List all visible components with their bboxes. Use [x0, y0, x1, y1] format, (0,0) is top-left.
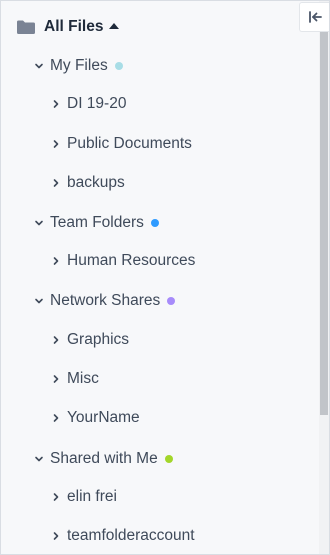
tree-item-di-19-20[interactable]: DI 19-20	[49, 92, 126, 116]
tree-item-label: elin frei	[67, 488, 117, 505]
collapse-panel-icon	[307, 10, 323, 24]
chevron-right-icon	[49, 411, 63, 425]
tree-root-label: All Files	[44, 18, 104, 35]
tree-group-network-shares[interactable]: Network Shares	[32, 289, 176, 313]
tree-item-label: Public Documents	[67, 135, 192, 152]
tree-root-all-files[interactable]: All Files	[16, 15, 120, 39]
chevron-right-icon	[49, 372, 63, 386]
scrollbar-thumb[interactable]	[320, 3, 328, 415]
tree-item-label: YourName	[67, 409, 140, 426]
chevron-down-icon	[32, 59, 46, 73]
tree-group-shared-with-me[interactable]: Shared with Me	[32, 447, 173, 471]
status-dot	[167, 297, 176, 305]
tree-item-label: backups	[67, 174, 125, 191]
tree-item-label: Graphics	[67, 331, 130, 348]
chevron-right-icon	[49, 333, 63, 347]
chevron-right-icon	[49, 529, 63, 543]
chevron-right-icon	[49, 254, 63, 268]
tree-item-yourname[interactable]: YourName	[49, 406, 140, 430]
chevron-right-icon	[49, 490, 63, 504]
status-dot	[150, 219, 159, 227]
tree-item-misc[interactable]: Misc	[49, 367, 99, 391]
tree-group-label: Shared with Me	[50, 450, 158, 467]
vertical-scrollbar[interactable]	[319, 1, 329, 554]
chevron-down-icon	[32, 216, 46, 230]
collapse-panel-button[interactable]	[299, 2, 329, 32]
chevron-down-icon	[32, 452, 46, 466]
folder-tree: All Files My Files DI 19-20 Public Docum…	[1, 1, 319, 554]
chevron-down-icon	[32, 294, 46, 308]
status-dot	[114, 62, 123, 70]
tree-item-public-documents[interactable]: Public Documents	[49, 132, 192, 156]
tree-item-teamfolderaccount[interactable]: teamfolderaccount	[49, 524, 195, 548]
tree-item-label: Human Resources	[67, 252, 196, 269]
caret-up-icon	[109, 23, 120, 29]
tree-group-team-folders[interactable]: Team Folders	[32, 211, 159, 235]
tree-item-human-resources[interactable]: Human Resources	[49, 249, 195, 273]
folder-tree-panel: All Files My Files DI 19-20 Public Docum…	[0, 0, 330, 555]
tree-item-label: teamfolderaccount	[67, 527, 195, 544]
chevron-right-icon	[49, 137, 63, 151]
tree-group-my-files[interactable]: My Files	[32, 54, 123, 78]
tree-group-label: Team Folders	[50, 214, 144, 231]
folder-icon	[16, 19, 36, 35]
tree-group-label: Network Shares	[50, 292, 161, 309]
status-dot	[164, 455, 173, 463]
chevron-right-icon	[49, 97, 63, 111]
tree-item-elin-frei[interactable]: elin frei	[49, 485, 117, 509]
tree-item-label: Misc	[67, 370, 99, 387]
tree-item-label: DI 19-20	[67, 95, 127, 112]
tree-item-graphics[interactable]: Graphics	[49, 328, 129, 352]
tree-group-label: My Files	[50, 57, 108, 74]
tree-item-backups[interactable]: backups	[49, 171, 125, 195]
chevron-right-icon	[49, 176, 63, 190]
